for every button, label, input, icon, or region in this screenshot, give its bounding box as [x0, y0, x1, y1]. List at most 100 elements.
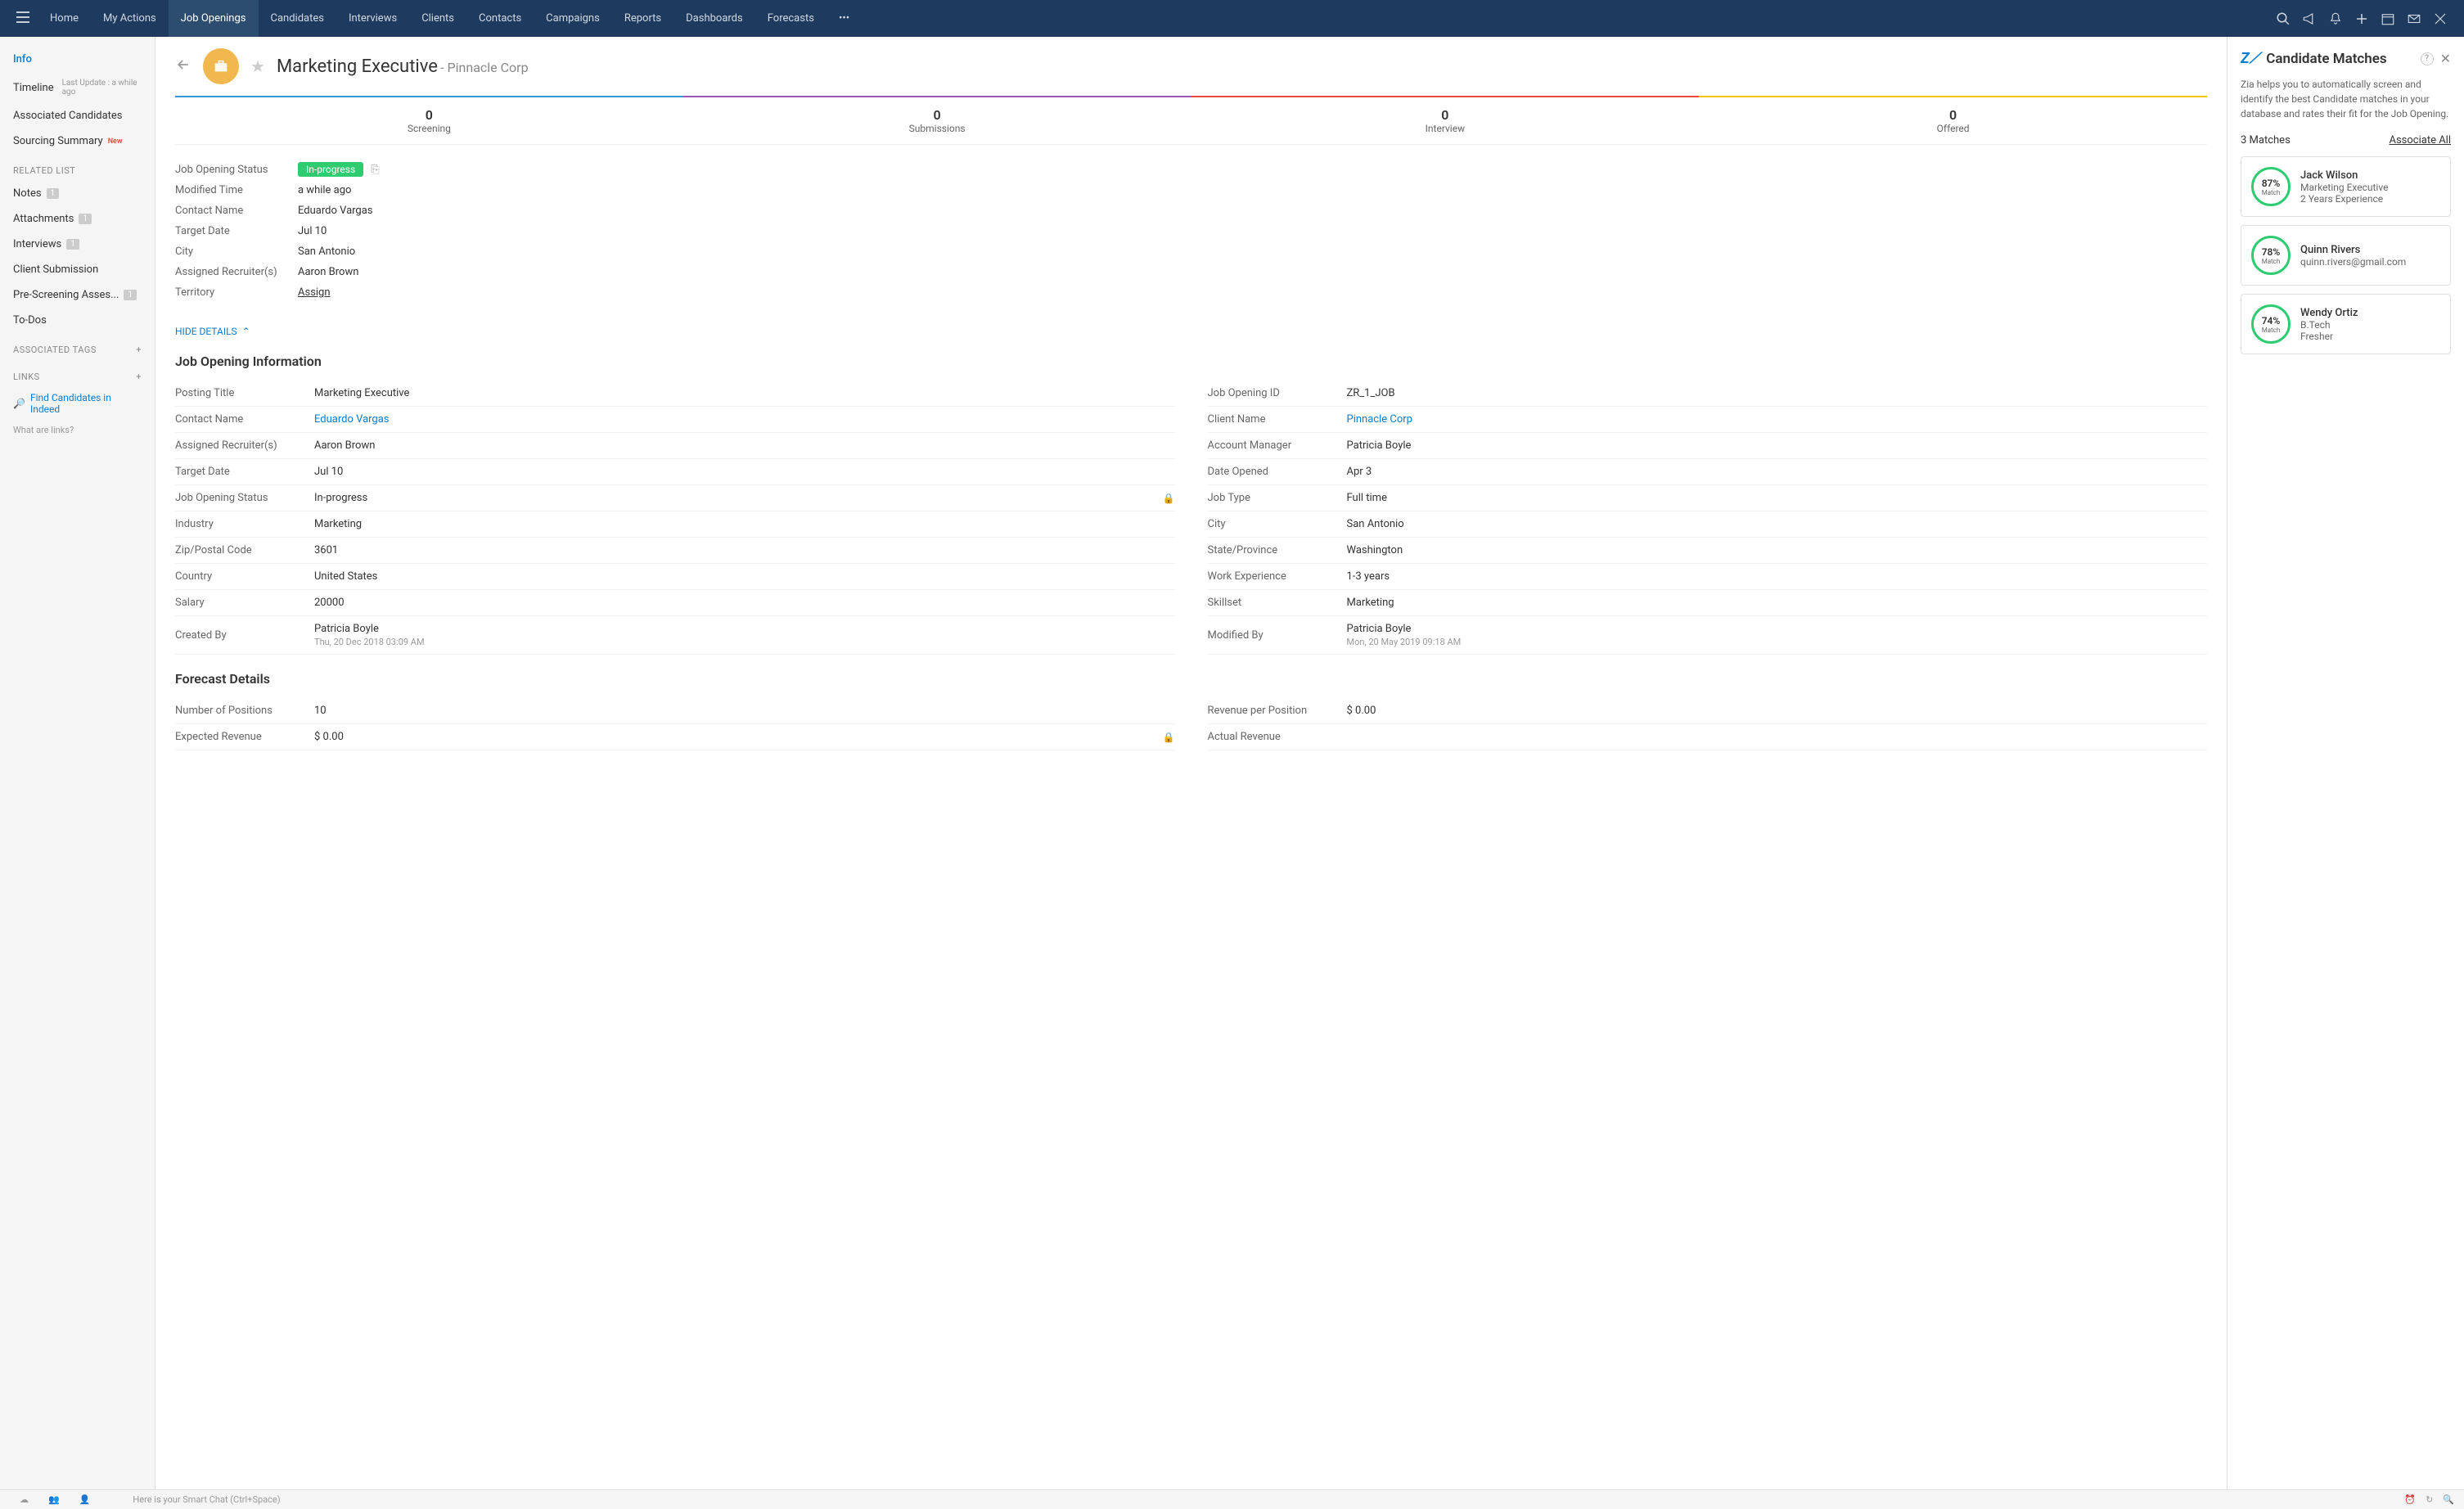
bottombar-item[interactable]: 👤	[70, 1494, 101, 1505]
sidebar-indeed-link[interactable]: 🔎 Find Candidates in Indeed	[0, 387, 155, 420]
sidebar-notes[interactable]: Notes 1	[0, 181, 155, 206]
help-icon[interactable]: ?	[2421, 52, 2434, 65]
info-timestamp: Mon, 20 May 2019 09:18 AM	[1347, 637, 2208, 647]
smartchat-hint[interactable]: Here is your Smart Chat (Ctrl+Space)	[133, 1494, 280, 1505]
sidebar-info[interactable]: Info	[0, 47, 155, 72]
sidebar-interviews[interactable]: Interviews 1	[0, 232, 155, 257]
sidebar-prescreen[interactable]: Pre-Screening Asses... 1	[0, 282, 155, 308]
status-extra-icon[interactable]: ⎘	[371, 164, 379, 176]
left-sidebar: Info Timeline Last Update : a while ago …	[0, 37, 155, 1489]
lock-icon: 🔒	[1163, 493, 1175, 504]
nav-tab-forecasts[interactable]: Forecasts	[755, 0, 827, 37]
search-icon[interactable]: 🔍	[2443, 1494, 2454, 1505]
associate-all-link[interactable]: Associate All	[2389, 134, 2451, 146]
match-label: Match	[2262, 327, 2281, 334]
bottombar-item[interactable]: ☁	[10, 1494, 38, 1505]
pipeline: 0Screening0Submissions0Interview0Offered	[175, 96, 2207, 145]
clock-icon[interactable]: ⏰	[2404, 1494, 2416, 1505]
new-badge: New	[108, 137, 123, 146]
info-value-link[interactable]: Pinnacle Corp	[1347, 413, 1412, 426]
match-pct: 87%	[2262, 178, 2281, 189]
pipeline-stage-offered[interactable]: 0Offered	[1699, 96, 2207, 144]
match-card[interactable]: 78%MatchQuinn Riversquinn.rivers@gmail.c…	[2241, 225, 2451, 286]
info-value: Jul 10	[314, 466, 343, 478]
star-icon[interactable]: ★	[250, 56, 265, 76]
sidebar-interviews-label: Interviews	[13, 238, 61, 250]
sidebar-assoc-candidates[interactable]: Associated Candidates	[0, 103, 155, 128]
match-role: quinn.rivers@gmail.com	[2300, 256, 2406, 268]
announce-icon[interactable]	[2302, 11, 2317, 26]
pipeline-stage-interview[interactable]: 0Interview	[1191, 96, 1700, 144]
hamburger-icon[interactable]	[8, 11, 38, 26]
info-value: 3601	[314, 544, 338, 556]
nav-tab-job-openings[interactable]: Job Openings	[169, 0, 259, 37]
add-tag-icon[interactable]: +	[136, 345, 142, 355]
nav-tab-campaigns[interactable]: Campaigns	[534, 0, 612, 37]
info-row: Contact NameEduardo Vargas	[175, 407, 1175, 433]
nav-tab-reports[interactable]: Reports	[612, 0, 673, 37]
sidebar-timeline[interactable]: Timeline Last Update : a while ago	[0, 72, 155, 103]
match-score-circle: 87%Match	[2251, 167, 2291, 206]
info-row: IndustryMarketing	[175, 511, 1175, 538]
info-value: 20000	[314, 597, 345, 609]
top-nav: HomeMy ActionsJob OpeningsCandidatesInte…	[0, 0, 2464, 37]
info-value: In-progress	[314, 492, 367, 504]
status-badge: In-progress	[298, 162, 363, 177]
plus-icon[interactable]	[2354, 11, 2369, 26]
nav-tab-clients[interactable]: Clients	[409, 0, 466, 37]
pipeline-stage-submissions[interactable]: 0Submissions	[683, 96, 1191, 144]
mail-icon[interactable]	[2407, 11, 2421, 26]
hide-details-toggle[interactable]: HIDE DETAILS ⌃	[155, 318, 2227, 354]
refresh-icon[interactable]: ↻	[2426, 1494, 2433, 1505]
rightpanel-title: Candidate Matches	[2266, 51, 2386, 67]
info-value-link[interactable]: Eduardo Vargas	[314, 413, 390, 426]
sidebar-client-sub[interactable]: Client Submission	[0, 257, 155, 282]
calendar-icon[interactable]	[2381, 11, 2395, 26]
page-subtitle: - Pinnacle Corp	[440, 60, 528, 75]
match-card[interactable]: 74%MatchWendy OrtizB.TechFresher	[2241, 294, 2451, 354]
info-row: Job TypeFull time	[1208, 485, 2208, 511]
info-row: Expected Revenue$ 0.00🔒	[175, 724, 1175, 750]
match-card[interactable]: 87%Match Jack WilsonMarketing Executive2 …	[2241, 156, 2451, 217]
sidebar-attachments-label: Attachments	[13, 213, 74, 225]
back-arrow-icon[interactable]	[175, 56, 191, 76]
info-row: Zip/Postal Code3601	[175, 538, 1175, 564]
match-role: Marketing Executive	[2300, 182, 2388, 193]
nav-tab-my-actions[interactable]: My Actions	[91, 0, 169, 37]
bottombar-item[interactable]: 👥	[38, 1494, 70, 1505]
add-link-icon[interactable]: +	[136, 372, 142, 382]
nav-tab-home[interactable]: Home	[38, 0, 91, 37]
sidebar-sourcing[interactable]: Sourcing Summary New	[0, 128, 155, 154]
info-row: Revenue per Position$ 0.00	[1208, 698, 2208, 724]
pipeline-stage-screening[interactable]: 0Screening	[175, 96, 683, 144]
match-name: Quinn Rivers	[2300, 244, 2406, 256]
bell-icon[interactable]	[2328, 11, 2343, 26]
summary-modified-k: Modified Time	[175, 184, 298, 196]
info-row: Posting TitleMarketing Executive	[175, 381, 1175, 407]
info-value: Full time	[1347, 492, 1387, 504]
sidebar-todos[interactable]: To-Dos	[0, 308, 155, 333]
search-icon[interactable]	[2276, 11, 2291, 26]
match-name: Jack Wilson	[2300, 169, 2388, 182]
sidebar-whatlinks[interactable]: What are links?	[0, 420, 155, 440]
info-key: State/Province	[1208, 544, 1347, 556]
sidebar-related-head: RELATED LIST	[0, 154, 155, 181]
nav-tab-candidates[interactable]: Candidates	[259, 0, 336, 37]
summary-contact-v: Eduardo Vargas	[298, 205, 373, 217]
match-exp: 2 Years Experience	[2300, 193, 2388, 205]
tools-icon[interactable]	[2433, 11, 2448, 26]
nav-more[interactable]: •••	[827, 12, 862, 25]
nav-tab-contacts[interactable]: Contacts	[466, 0, 534, 37]
nav-tab-interviews[interactable]: Interviews	[336, 0, 409, 37]
stage-count: 0	[1191, 107, 1700, 123]
info-value: ZR_1_JOB	[1347, 387, 1395, 399]
close-icon[interactable]: ✕	[2440, 51, 2451, 66]
forecast-heading: Forecast Details	[175, 671, 2207, 687]
nav-tab-dashboards[interactable]: Dashboards	[673, 0, 755, 37]
assign-link[interactable]: Assign	[298, 286, 331, 299]
info-key: Job Opening ID	[1208, 387, 1347, 399]
summary-status-k: Job Opening Status	[175, 164, 298, 176]
notes-count: 1	[47, 188, 60, 199]
sidebar-attachments[interactable]: Attachments 1	[0, 206, 155, 232]
info-key: Work Experience	[1208, 570, 1347, 583]
